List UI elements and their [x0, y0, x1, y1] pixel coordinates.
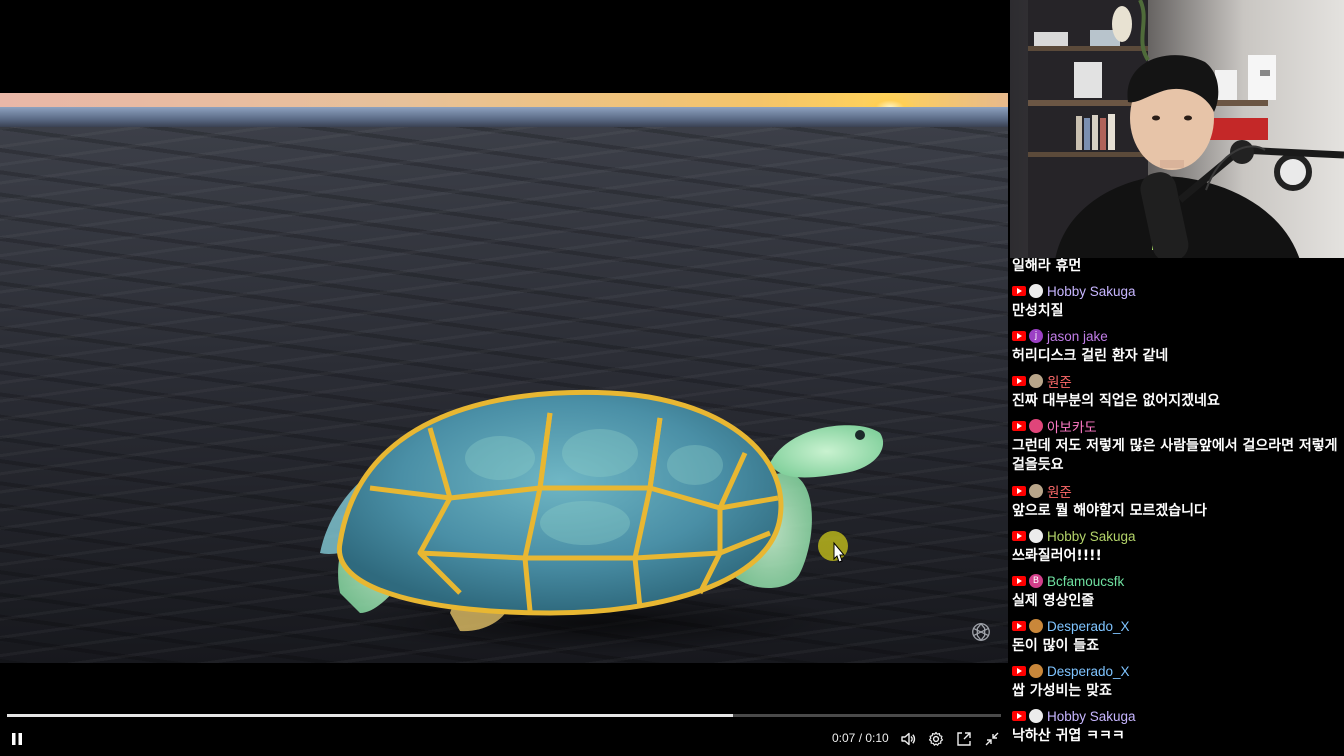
youtube-icon [1012, 486, 1026, 496]
video-player[interactable]: 0:07 / 0:10 [0, 0, 1008, 756]
chat-message: Desperado_X 돈이 많이 들죠 [1012, 617, 1342, 656]
chat-message-text: 쌉 가성비는 맞죠 [1012, 683, 1112, 699]
avatar[interactable] [1029, 484, 1043, 498]
chat-message-header: 원준 [1012, 482, 1342, 500]
chat-author[interactable]: Hobby Sakuga [1047, 284, 1136, 299]
chat-message-header: Hobby Sakuga [1012, 707, 1342, 725]
settings-button[interactable] [926, 728, 946, 750]
youtube-icon [1012, 666, 1026, 676]
time-separator: / [855, 731, 866, 745]
chat-message: Hobby Sakuga 만성치질 [1012, 282, 1342, 321]
avatar[interactable] [1029, 284, 1043, 298]
youtube-icon [1012, 331, 1026, 341]
chat-message-text: 낙하산 귀엽 ㅋㅋㅋ [1012, 728, 1125, 744]
avatar[interactable]: j [1029, 329, 1043, 343]
streamer-webcam [1010, 0, 1344, 260]
chat-message-text: 실제 영상인줄 [1012, 593, 1095, 609]
chat-author[interactable]: Desperado_X [1047, 619, 1130, 634]
pause-icon [12, 733, 22, 745]
chat-author[interactable]: Hobby Sakuga [1047, 529, 1136, 544]
video-sky [0, 93, 1008, 107]
streamer-webcam-image [1028, 0, 1344, 260]
chat-message-partial: 일해라 휴먼 [1012, 258, 1342, 276]
youtube-icon [1012, 576, 1026, 586]
pause-button[interactable] [8, 728, 26, 750]
chat-author[interactable]: 원준 [1047, 371, 1072, 391]
chat-message-header: 원준 [1012, 372, 1342, 390]
chat-author[interactable]: Bcfamoucsfk [1047, 574, 1124, 589]
youtube-icon [1012, 531, 1026, 541]
avatar[interactable]: B [1029, 574, 1043, 588]
avatar[interactable] [1029, 664, 1043, 678]
chat-message-text: 앞으로 뭘 해야할지 모르겠습니다 [1012, 503, 1207, 519]
openai-logo-icon [972, 622, 990, 642]
chat-author[interactable]: 원준 [1047, 481, 1072, 501]
chat-message-text: 그런데 저도 저렇게 많은 사람들앞에서 걸으라면 저렇게 걸을듯요 [1012, 438, 1338, 473]
chat-message-text: 일해라 휴먼 [1012, 258, 1082, 274]
exit-fullscreen-icon [985, 732, 999, 746]
chat-message: Desperado_X 쌉 가성비는 맞죠 [1012, 662, 1342, 701]
chat-message-text: 만성치질 [1012, 303, 1064, 319]
chat-message-header: B Bcfamoucsfk [1012, 572, 1342, 590]
chat-message: 원준진짜 대부분의 직업은 없어지겠네요 [1012, 372, 1342, 411]
seek-bar-played [7, 714, 733, 717]
avatar[interactable] [1029, 419, 1043, 433]
video-sea [0, 107, 1008, 127]
volume-button[interactable] [898, 728, 918, 750]
chat-author[interactable]: Hobby Sakuga [1047, 709, 1136, 724]
mouse-cursor [818, 531, 848, 563]
volume-icon [901, 732, 916, 746]
avatar[interactable] [1029, 619, 1043, 633]
time-display: 0:07 / 0:10 [832, 731, 889, 745]
exit-fullscreen-button[interactable] [982, 728, 1002, 750]
chat-message-header: j jason jake [1012, 327, 1342, 345]
chat-author[interactable]: 아보카도 [1047, 416, 1097, 436]
chat-message-text: 돈이 많이 들죠 [1012, 638, 1100, 654]
chat-message: j jason jake 허리디스크 걸린 환자 같네 [1012, 327, 1342, 366]
chat-message-text: 진짜 대부분의 직업은 없어지겠네요 [1012, 393, 1220, 409]
avatar[interactable] [1029, 374, 1043, 388]
chat-message: Hobby Sakuga 낙하산 귀엽 ㅋㅋㅋ [1012, 707, 1342, 746]
live-chat[interactable]: 일해라 휴먼 Hobby Sakuga 만성치질 j jason jake 허리디스크 … [1010, 258, 1344, 756]
turtle-illustration [320, 389, 884, 653]
chat-author[interactable]: jason jake [1047, 329, 1108, 344]
chat-message-header: 아보카도 [1012, 417, 1342, 435]
chat-message: 원준앞으로 뭘 해야할지 모르겠습니다 [1012, 482, 1342, 521]
avatar[interactable] [1029, 529, 1043, 543]
youtube-icon [1012, 621, 1026, 631]
seek-bar[interactable] [7, 714, 1001, 717]
chat-message: B Bcfamoucsfk 실제 영상인줄 [1012, 572, 1342, 611]
chat-message-header: Desperado_X [1012, 662, 1342, 680]
chat-message-header: Hobby Sakuga [1012, 282, 1342, 300]
picture-in-picture-icon [957, 732, 971, 746]
time-current: 0:07 [832, 731, 856, 745]
chat-message-text: 허리디스크 걸린 환자 같네 [1012, 348, 1169, 364]
youtube-icon [1012, 711, 1026, 721]
gear-icon [928, 731, 944, 746]
youtube-icon [1012, 421, 1026, 431]
chat-message-header: Hobby Sakuga [1012, 527, 1342, 545]
youtube-icon [1012, 376, 1026, 386]
avatar[interactable] [1029, 709, 1043, 723]
chat-message-text: 쓰롸질러어!!!! [1012, 548, 1102, 564]
chat-message-header: Desperado_X [1012, 617, 1342, 635]
picture-in-picture-button[interactable] [954, 728, 974, 750]
chat-message: Hobby Sakuga 쓰롸질러어!!!! [1012, 527, 1342, 566]
youtube-icon [1012, 286, 1026, 296]
video-frame[interactable] [0, 93, 1008, 663]
chat-message: 아보카도 그런데 저도 저렇게 많은 사람들앞에서 걸으라면 저렇게 걸을듯요 [1012, 417, 1342, 475]
time-total: 0:10 [865, 731, 889, 745]
chat-author[interactable]: Desperado_X [1047, 664, 1130, 679]
